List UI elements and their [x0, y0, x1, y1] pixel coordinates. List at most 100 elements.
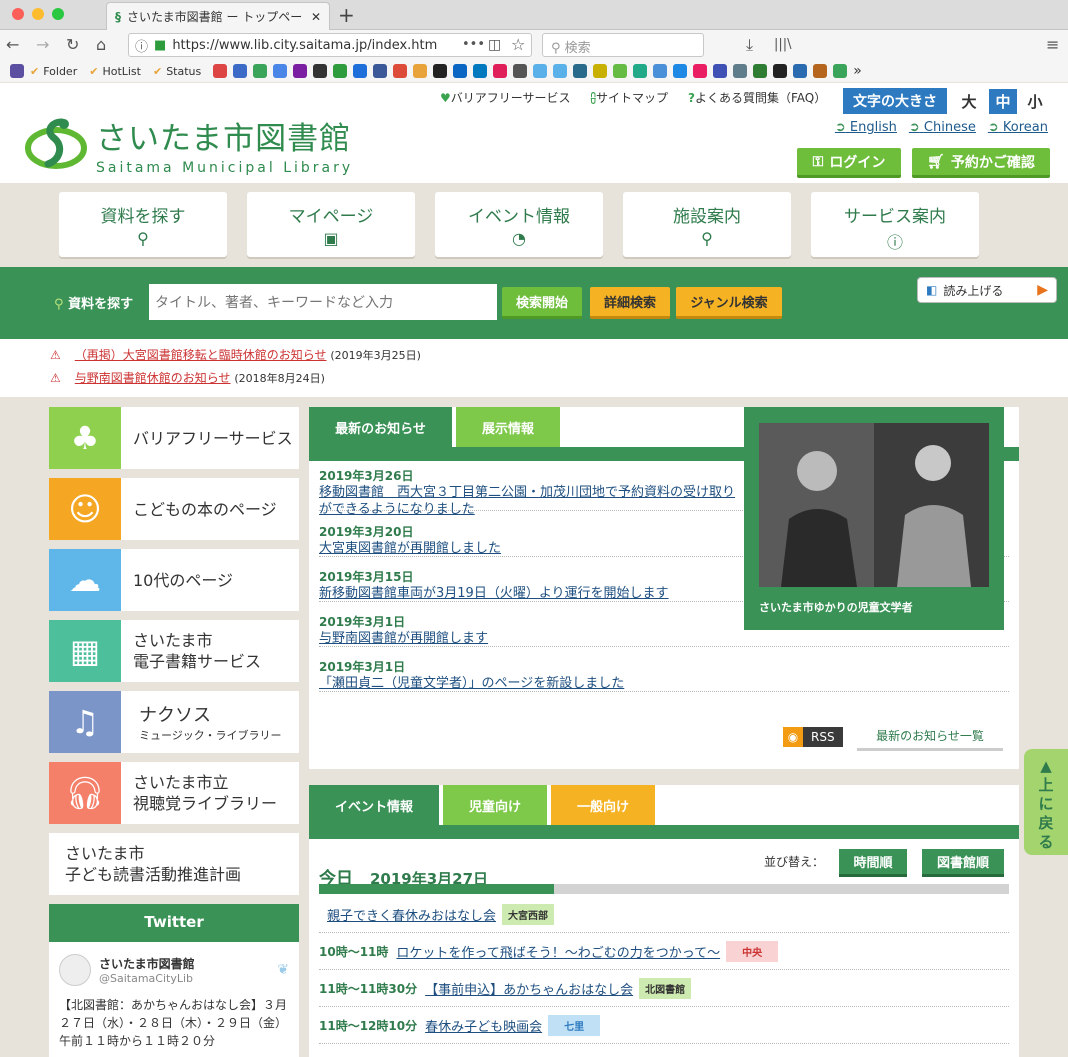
event-link[interactable]: 親子できく春休みおはなし会 [327, 905, 496, 924]
sidebar-barrier-free[interactable]: ♣ バリアフリーサービス [49, 407, 299, 469]
site-logo[interactable]: さいたま市図書館 Saitama Municipal Library [24, 113, 353, 176]
genre-search-button[interactable]: ジャンル検索 [676, 287, 782, 319]
page-actions-icon[interactable]: ••• [462, 37, 485, 52]
avatar[interactable] [59, 954, 91, 986]
news-link[interactable]: 「瀬田貞二（児童文学者）」のページを新設しました [319, 675, 1009, 692]
twitter-handle[interactable]: @SaitamaCityLib [99, 972, 195, 985]
notice-link[interactable]: 与野南図書館休館のお知らせ [75, 371, 231, 385]
faq-link[interactable]: ?よくある質問集（FAQ） [688, 89, 826, 106]
nav-facilities[interactable]: 施設案内 ⚲ [623, 192, 791, 257]
pocket-icon[interactable]: ◫ [488, 37, 501, 53]
advanced-search-button[interactable]: 詳細検索 [590, 287, 670, 319]
sidebar-ebooks[interactable]: ▦ さいたま市 電子書籍サービス [49, 620, 299, 682]
bookmark-icon[interactable] [353, 64, 368, 78]
font-size-medium-button[interactable]: 中 [989, 88, 1017, 114]
search-submit-button[interactable]: 検索開始 [502, 287, 582, 319]
menu-icon[interactable]: ≡ [1046, 35, 1059, 54]
reservation-cart-button[interactable]: 🛒︎ 予約かご確認 [912, 148, 1050, 178]
event-link[interactable]: 春休み子ども映画会 [425, 1016, 542, 1035]
drive-icon[interactable] [253, 64, 268, 78]
bookmark-icon[interactable] [813, 64, 828, 78]
bookmark-star-icon[interactable]: ☆ [511, 35, 525, 54]
bookmark-icon[interactable] [313, 64, 328, 78]
home-icon[interactable]: ⌂ [96, 35, 106, 54]
tab-exhibitions[interactable]: 展示情報 [456, 407, 560, 447]
bookmark-icon[interactable] [673, 64, 688, 78]
close-tab-icon[interactable]: ✕ [311, 10, 321, 24]
nav-search-materials[interactable]: 資料を探す ⚲ [59, 192, 227, 257]
info-icon[interactable]: ⓘ [135, 36, 148, 55]
sidebar-audiovisual[interactable]: 🎧︎ さいたま市立 視聴覚ライブラリー [49, 762, 299, 824]
chinese-link[interactable]: ➲ Chinese [909, 120, 976, 135]
more-bookmarks-icon[interactable]: » [853, 63, 862, 79]
tab-children[interactable]: 児童向け [443, 785, 547, 825]
calendar-icon[interactable] [233, 64, 248, 78]
slack-icon[interactable] [493, 64, 508, 78]
bookmark-status[interactable]: ✔ Status [153, 65, 201, 78]
back-to-top-button[interactable]: ▲ 上 に 戻 る [1024, 749, 1068, 855]
bookmark-icon[interactable] [413, 64, 428, 78]
bookmark-hotlist[interactable]: ✔ HotList [89, 65, 141, 78]
all-news-link[interactable]: 最新のお知らせ一覧 [857, 723, 1003, 751]
notice-link[interactable]: （再掲）大宮図書館移転と臨時休館のお知らせ [75, 348, 327, 362]
bookmark-icon[interactable] [753, 64, 768, 78]
bookmark-icon[interactable] [553, 64, 568, 78]
bookmark-icon[interactable] [793, 64, 808, 78]
tab-latest-news[interactable]: 最新のお知らせ [309, 407, 452, 447]
rss-button[interactable]: ◉ RSS [783, 727, 843, 747]
login-button[interactable]: ⚿ ログイン [797, 148, 901, 178]
minimize-window-icon[interactable] [32, 8, 44, 20]
bookmark-icon[interactable] [693, 64, 708, 78]
browser-tab[interactable]: § さいたま市図書館 ー トップペー ✕ [106, 2, 330, 30]
google-plus-icon[interactable] [393, 64, 408, 78]
bookmark-icon[interactable] [453, 64, 468, 78]
bookmark-folder[interactable]: ✔ Folder [30, 65, 77, 78]
bookmark-icon[interactable] [633, 64, 648, 78]
bookmark-icon[interactable] [10, 64, 24, 78]
bookmark-icon[interactable] [513, 64, 528, 78]
nav-mypage[interactable]: マイページ ▣ [247, 192, 415, 257]
korean-link[interactable]: ➲ Korean [988, 120, 1048, 135]
browser-search-field[interactable]: ⚲ 検索 [542, 33, 704, 57]
sidebar-reading-plan[interactable]: さいたま市 子ども読書活動推進計画 [49, 833, 299, 895]
news-link[interactable]: 移動図書館 西大宮３丁目第二公園・加茂川団地で予約資料の受け取りができるようにな… [319, 484, 745, 518]
download-icon[interactable]: ⤓ [746, 35, 753, 55]
amazon-icon[interactable] [773, 64, 788, 78]
sidebar-naxos[interactable]: ♫ ナクソス ミュージック・ライブラリー [49, 691, 299, 753]
facebook-icon[interactable] [373, 64, 388, 78]
bookmark-icon[interactable] [653, 64, 668, 78]
bookmark-icon[interactable] [833, 64, 848, 78]
barrier-free-link[interactable]: ♥バリアフリーサービス [440, 89, 571, 106]
forward-icon[interactable]: → [36, 35, 49, 54]
news-link[interactable]: 与野南図書館が再開館します [319, 630, 1009, 647]
nav-services[interactable]: サービス案内 ⓘ [811, 192, 979, 257]
featured-authors-panel[interactable]: さいたま市ゆかりの児童文学者 [744, 407, 1004, 630]
sidebar-teens[interactable]: ☁ 10代のページ [49, 549, 299, 611]
trello-icon[interactable] [473, 64, 488, 78]
sort-by-library-button[interactable]: 図書館順 [922, 849, 1004, 877]
font-size-small-button[interactable]: 小 [1021, 89, 1049, 114]
twitter-account-name[interactable]: さいたま市図書館 [99, 955, 195, 972]
bookmark-icon[interactable] [613, 64, 628, 78]
sitemap-link[interactable]: ⩉サイトマップ [591, 89, 668, 106]
back-icon[interactable]: ← [6, 35, 19, 54]
font-size-large-button[interactable]: 大 [955, 89, 983, 114]
yahoo-icon[interactable] [293, 64, 308, 78]
read-aloud-button[interactable]: ◧ 読み上げる ▶ [917, 277, 1057, 303]
bookmark-icon[interactable] [433, 64, 448, 78]
bookmark-icon[interactable] [733, 64, 748, 78]
sort-by-time-button[interactable]: 時間順 [839, 849, 907, 877]
tab-general[interactable]: 一般向け [551, 785, 655, 825]
search-input[interactable] [149, 284, 497, 320]
event-link[interactable]: 【事前申込】あかちゃんおはなし会 [425, 979, 633, 998]
docs-icon[interactable] [273, 64, 288, 78]
event-link[interactable]: ロケットを作って飛ばそう！～わごむの力をつかって～ [396, 942, 720, 961]
library-icon[interactable]: |||\ [774, 37, 792, 52]
nav-events[interactable]: イベント情報 ◔ [435, 192, 603, 257]
gmail-icon[interactable] [213, 64, 228, 78]
new-tab-icon[interactable]: + [338, 3, 355, 27]
bookmark-icon[interactable] [713, 64, 728, 78]
twitter-bird-icon[interactable]: ❦ [277, 962, 289, 978]
tab-events[interactable]: イベント情報 [309, 785, 439, 825]
sidebar-childrens-books[interactable]: ☺ こどもの本のページ [49, 478, 299, 540]
